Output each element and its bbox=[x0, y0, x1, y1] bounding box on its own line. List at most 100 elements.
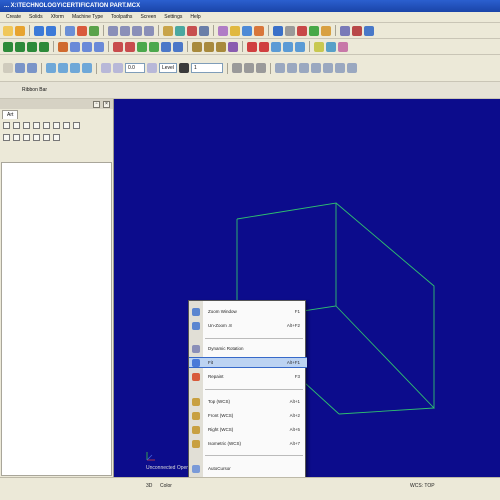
facing-icon[interactable] bbox=[228, 41, 238, 52]
verify-icon[interactable] bbox=[309, 25, 319, 36]
wcs-icon[interactable] bbox=[275, 63, 285, 73]
level-value[interactable]: 1 bbox=[191, 63, 223, 73]
select-only-icon[interactable] bbox=[259, 41, 269, 52]
cplane-select-icon[interactable] bbox=[323, 63, 333, 73]
color-swatch-icon[interactable] bbox=[179, 63, 189, 73]
pocket-icon[interactable] bbox=[216, 41, 226, 52]
menu-item-fit[interactable]: Fit Alt+F1 bbox=[189, 357, 307, 368]
line-width-icon[interactable] bbox=[244, 63, 254, 73]
menu-item-unzoom[interactable]: Un-Zoom .8 Alt+F2 bbox=[189, 320, 307, 331]
chamfer-icon[interactable] bbox=[58, 41, 68, 52]
menu-item-zoom-window[interactable]: Zoom Window F1 bbox=[189, 306, 307, 317]
group-icon[interactable] bbox=[338, 41, 348, 52]
home-icon[interactable] bbox=[364, 25, 374, 36]
redo-icon[interactable] bbox=[46, 25, 56, 36]
snap-icon[interactable] bbox=[101, 63, 111, 73]
level-manager-icon[interactable] bbox=[199, 25, 209, 36]
menu-item-isometric-wcs[interactable]: Isometric (WCS) Alt+7 bbox=[189, 438, 307, 449]
scroll-icon[interactable] bbox=[33, 133, 40, 141]
post-selected-icon[interactable] bbox=[53, 121, 60, 129]
tplane-icon[interactable] bbox=[295, 41, 305, 52]
z-depth-icon[interactable] bbox=[311, 63, 321, 73]
hide-icon[interactable] bbox=[326, 41, 336, 52]
cplane-icon[interactable] bbox=[283, 41, 293, 52]
menu-item-repaint[interactable]: Repaint F3 bbox=[189, 371, 307, 382]
view-icon[interactable] bbox=[340, 25, 350, 36]
stop-icon[interactable] bbox=[352, 25, 362, 36]
gview-icon[interactable] bbox=[89, 25, 99, 36]
menu-screen[interactable]: Screen bbox=[136, 14, 160, 20]
point-icon[interactable] bbox=[94, 41, 104, 52]
insert-arrow-icon[interactable] bbox=[23, 133, 30, 141]
regenerate-icon[interactable] bbox=[23, 121, 30, 129]
line-style-icon[interactable] bbox=[232, 63, 242, 73]
translate-icon[interactable] bbox=[173, 41, 183, 52]
attributes-icon[interactable] bbox=[299, 63, 309, 73]
planes-icon[interactable] bbox=[271, 41, 281, 52]
operations-tree[interactable] bbox=[1, 162, 112, 476]
menu-xform[interactable]: Xform bbox=[47, 14, 68, 20]
rectangle-icon[interactable] bbox=[39, 41, 49, 52]
vector-select-icon[interactable] bbox=[82, 63, 92, 73]
offset-icon[interactable] bbox=[149, 41, 159, 52]
menu-help[interactable]: Help bbox=[186, 14, 204, 20]
backplot-icon[interactable] bbox=[297, 25, 307, 36]
move-up-icon[interactable] bbox=[13, 133, 20, 141]
join-icon[interactable] bbox=[137, 41, 147, 52]
menu-toolpaths[interactable]: Toolpaths bbox=[107, 14, 136, 20]
select-all-icon[interactable] bbox=[247, 41, 257, 52]
pan-icon[interactable] bbox=[120, 25, 130, 36]
analyze-icon[interactable] bbox=[187, 25, 197, 36]
fit-icon[interactable] bbox=[132, 25, 142, 36]
lock-icon[interactable] bbox=[147, 63, 157, 73]
high-feed-icon[interactable] bbox=[63, 121, 70, 129]
analyze-distance-icon[interactable] bbox=[27, 63, 37, 73]
graphics-viewport[interactable]: Unconnected Opened bbox=[114, 99, 500, 477]
status-color[interactable]: Color bbox=[160, 483, 172, 489]
select-all-operations-icon[interactable] bbox=[3, 121, 10, 129]
menu-item-dynamic-rotation[interactable]: Dynamic Rotation bbox=[189, 343, 307, 354]
drill-icon[interactable] bbox=[192, 41, 202, 52]
undo-icon[interactable] bbox=[34, 25, 44, 36]
break-icon[interactable] bbox=[125, 41, 135, 52]
wireframe-icon[interactable] bbox=[175, 25, 185, 36]
chain-options-icon[interactable] bbox=[347, 63, 357, 73]
menu-solids[interactable]: Solids bbox=[25, 14, 47, 20]
gview-select-icon[interactable] bbox=[335, 63, 345, 73]
letters-icon[interactable] bbox=[82, 41, 92, 52]
solid-icon[interactable] bbox=[218, 25, 228, 36]
new-file-icon[interactable] bbox=[3, 25, 13, 36]
spline-icon[interactable] bbox=[70, 41, 80, 52]
surface-icon[interactable] bbox=[230, 25, 240, 36]
window-select-icon[interactable] bbox=[58, 63, 68, 73]
close-icon[interactable]: × bbox=[103, 100, 110, 108]
settings-icon[interactable] bbox=[285, 25, 295, 36]
contour-icon[interactable] bbox=[204, 41, 214, 52]
post-icon[interactable] bbox=[321, 25, 331, 36]
menu-item-autocursor[interactable]: AutoCursor bbox=[189, 463, 307, 474]
shade-icon[interactable] bbox=[163, 25, 173, 36]
verify-selected-icon[interactable] bbox=[43, 121, 50, 129]
help-icon[interactable] bbox=[53, 133, 60, 141]
pin-icon[interactable]: ▫ bbox=[93, 100, 100, 108]
arc-icon[interactable] bbox=[15, 41, 25, 52]
status-mode[interactable]: 3D bbox=[146, 483, 152, 489]
menu-item-right-wcs[interactable]: Right (WCS) Alt+5 bbox=[189, 424, 307, 435]
toolpath-icon[interactable] bbox=[254, 25, 264, 36]
mirror-icon[interactable] bbox=[161, 41, 171, 52]
menu-item-top-wcs[interactable]: Top (WCS) Alt+1 bbox=[189, 396, 307, 407]
select-dirty-icon[interactable] bbox=[13, 121, 20, 129]
move-down-icon[interactable] bbox=[3, 133, 10, 141]
menu-item-front-wcs[interactable]: Front (WCS) Alt+2 bbox=[189, 410, 307, 421]
coord-field-a[interactable]: 0.0 bbox=[125, 63, 145, 73]
line-icon[interactable] bbox=[3, 41, 13, 52]
polygon-select-icon[interactable] bbox=[70, 63, 80, 73]
delete-icon[interactable] bbox=[77, 25, 87, 36]
backplot-selected-icon[interactable] bbox=[33, 121, 40, 129]
tab-art[interactable]: Art bbox=[2, 110, 19, 119]
trim-icon[interactable] bbox=[113, 41, 123, 52]
open-file-icon[interactable] bbox=[15, 25, 25, 36]
menu-settings[interactable]: Settings bbox=[160, 14, 186, 20]
grid-icon[interactable] bbox=[113, 63, 123, 73]
delete-operations-icon[interactable] bbox=[73, 121, 80, 129]
